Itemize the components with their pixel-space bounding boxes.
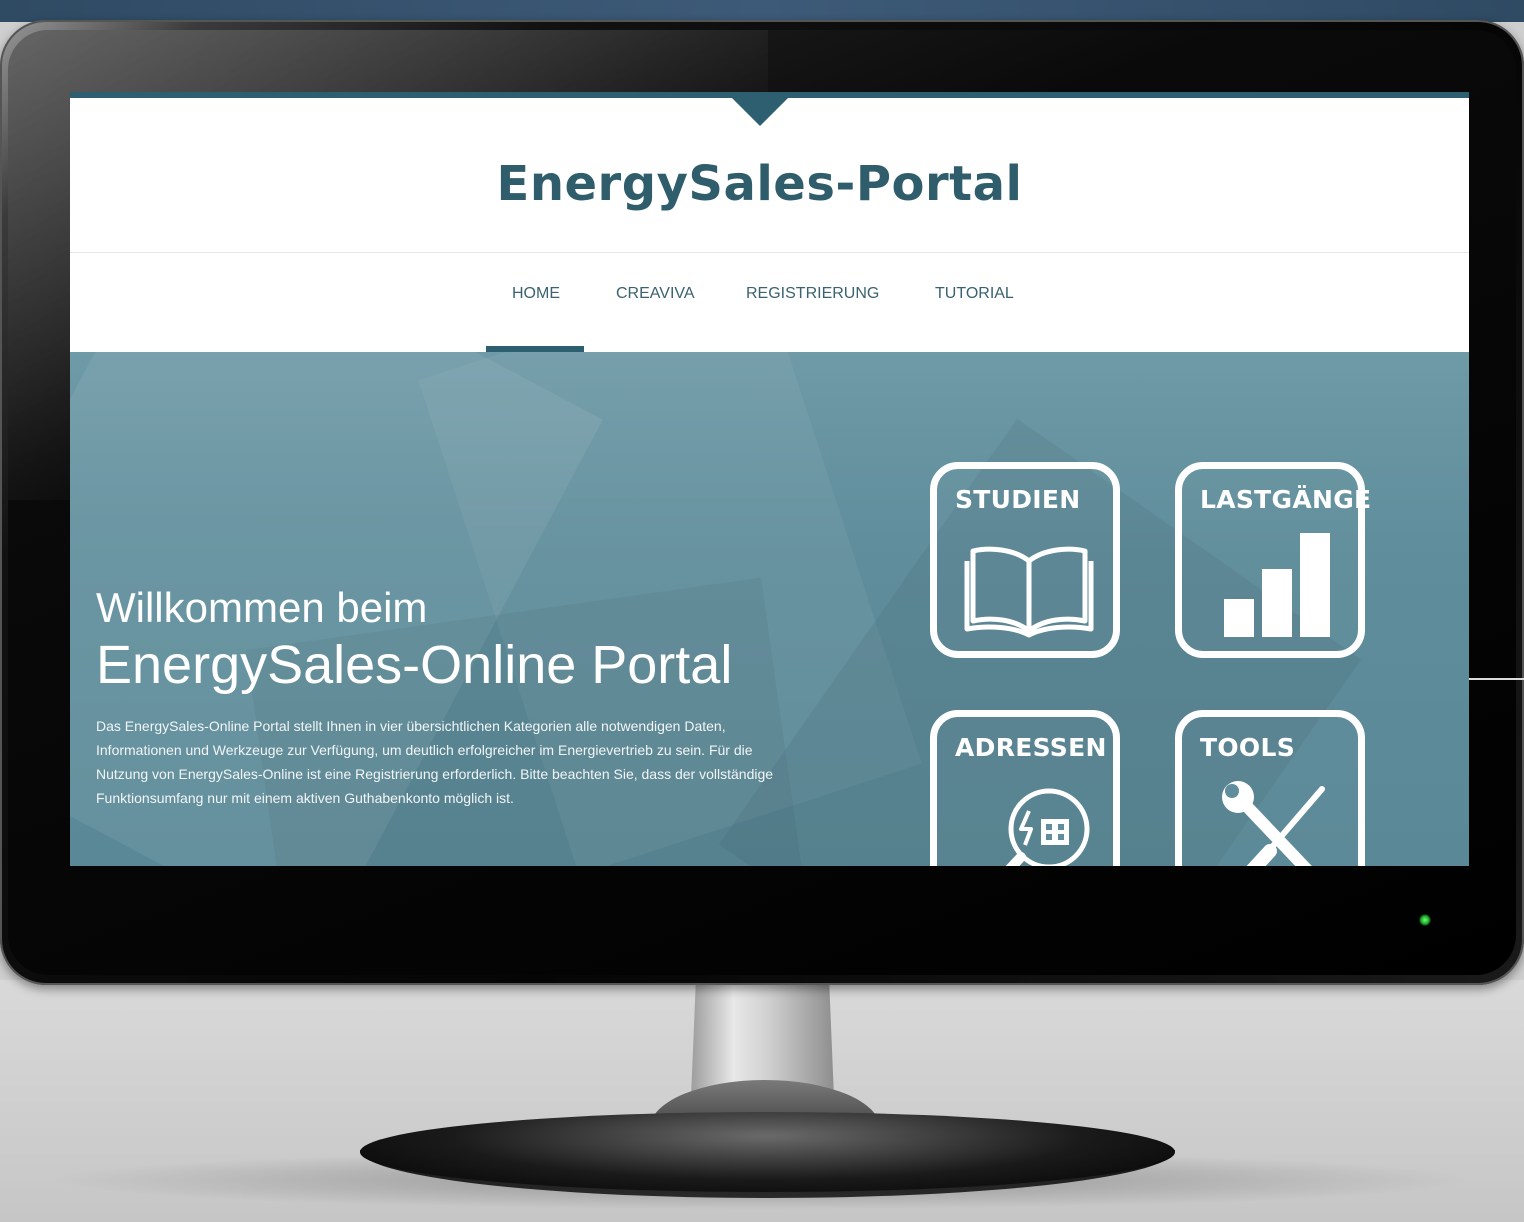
tile-label: ADRESSEN <box>955 733 1107 762</box>
tile-adressen[interactable]: ADRESSEN <box>930 710 1120 866</box>
bar-chart-icon <box>1224 533 1330 637</box>
monitor-stand-base <box>360 1112 1175 1192</box>
power-led-icon <box>1419 914 1431 926</box>
tile-studien[interactable]: STUDIEN <box>930 462 1120 658</box>
nav-item-registrierung[interactable]: REGISTRIERUNG <box>746 285 879 303</box>
top-strip <box>0 0 1524 22</box>
tile-tools[interactable]: TOOLS <box>1175 710 1365 866</box>
tile-label: TOOLS <box>1200 733 1295 762</box>
main-nav: HOME CREAVIVA REGISTRIERUNG TUTORIAL <box>70 253 1469 352</box>
intro-text: Das EnergySales-Online Portal stellt Ihn… <box>96 718 774 806</box>
monitor-screen: EnergySales-Portal HOME CREAVIVA REGISTR… <box>70 92 1469 866</box>
welcome-heading-line1: Willkommen beim <box>96 584 428 631</box>
tile-lastgaenge[interactable]: LASTGÄNGE <box>1175 462 1371 658</box>
nav-item-creaviva[interactable]: CREAVIVA <box>616 285 695 303</box>
nav-item-tutorial[interactable]: TUTORIAL <box>935 285 1014 303</box>
side-line <box>1468 678 1524 680</box>
magnifier-energy-icon <box>1005 788 1090 866</box>
site-title[interactable]: EnergySales-Portal <box>70 156 1449 212</box>
tile-label: LASTGÄNGE <box>1200 485 1372 514</box>
tools-icon <box>1222 781 1325 866</box>
book-icon <box>964 546 1094 638</box>
welcome-heading-line2: EnergySales-Online Portal <box>96 635 733 695</box>
header-notch <box>732 98 788 126</box>
tile-label: STUDIEN <box>955 485 1081 514</box>
hero-section: Willkommen beim EnergySales-Online Porta… <box>70 352 1469 866</box>
nav-item-home[interactable]: HOME <box>512 285 560 303</box>
